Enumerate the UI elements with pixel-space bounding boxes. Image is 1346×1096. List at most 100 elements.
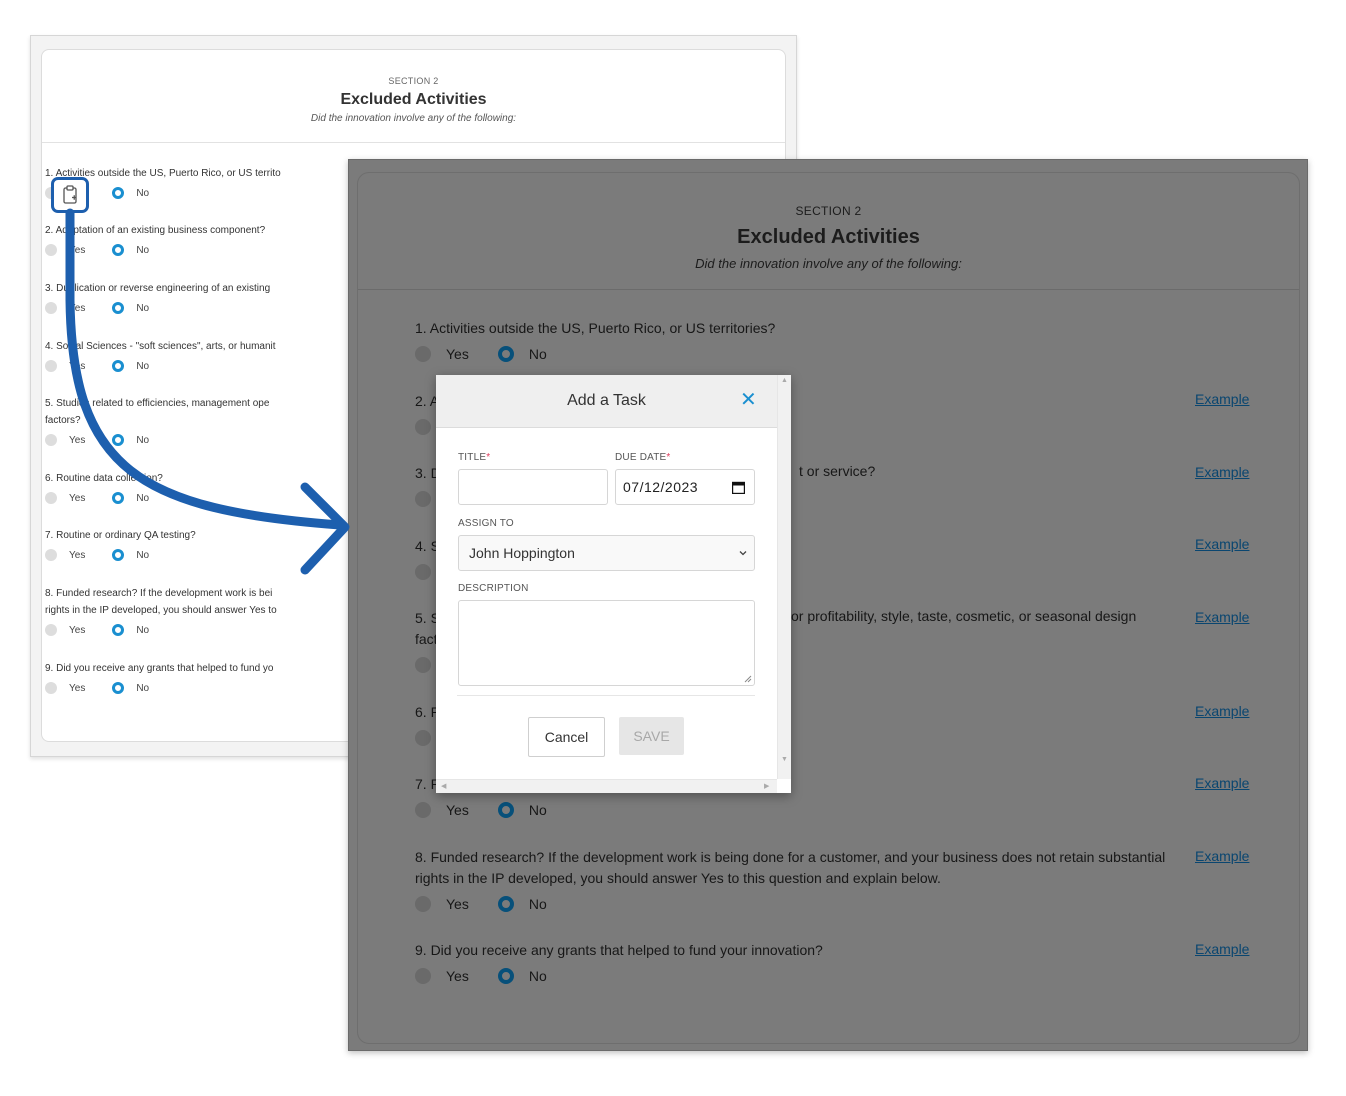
chevron-down-icon xyxy=(739,551,747,556)
radio-yes[interactable] xyxy=(415,730,431,746)
description-textarea[interactable] xyxy=(458,600,755,686)
radio-no[interactable] xyxy=(112,434,125,446)
radio-yes[interactable] xyxy=(45,492,57,504)
bg-question-9: 9. Did you receive any grants that helpe… xyxy=(45,660,273,697)
due-date-label: DUE DATE* xyxy=(615,452,671,463)
save-button[interactable]: SAVE xyxy=(619,717,684,755)
no-label: No xyxy=(136,492,150,504)
question-8: 8. Funded research? If the development w… xyxy=(415,847,1165,916)
question-text: 8. Funded research? If the development w… xyxy=(45,588,273,599)
close-icon[interactable]: ✕ xyxy=(740,388,757,412)
question-text: 6. Routine data collection? xyxy=(45,473,163,484)
title-input[interactable] xyxy=(458,469,608,505)
question-text: 3. Duplication or reverse engineering of… xyxy=(45,283,271,294)
question-text-cont: rights in the IP developed, you should a… xyxy=(415,870,941,886)
radio-yes[interactable] xyxy=(45,682,57,694)
yes-label: Yes xyxy=(69,244,86,256)
title-label-text: TITLE xyxy=(458,452,487,463)
yes-label: Yes xyxy=(69,624,86,636)
description-label: DESCRIPTION xyxy=(458,583,529,594)
radio-yes[interactable] xyxy=(415,564,431,580)
radio-yes[interactable] xyxy=(45,624,57,636)
section-title: Excluded Activities xyxy=(737,226,920,248)
example-link-7[interactable]: Example xyxy=(1195,775,1249,791)
modal-title: Add a Task xyxy=(567,392,646,409)
radio-no[interactable] xyxy=(112,187,125,199)
section-title: Excluded Activities xyxy=(340,91,487,108)
add-task-button[interactable] xyxy=(51,177,89,213)
radio-yes[interactable] xyxy=(45,434,57,446)
assign-to-value: John Hoppington xyxy=(469,545,575,561)
no-label: No xyxy=(528,346,547,362)
radio-yes[interactable] xyxy=(415,346,431,362)
due-date-input[interactable]: 07/12/2023 xyxy=(615,469,755,505)
bg-question-4: 4. Social Sciences - "soft sciences", ar… xyxy=(45,338,276,375)
radio-yes[interactable] xyxy=(415,419,431,435)
bg-question-3: 3. Duplication or reverse engineering of… xyxy=(45,280,270,317)
scroll-right-arrow-icon[interactable]: ▶ xyxy=(764,782,769,790)
radio-no[interactable] xyxy=(497,346,514,362)
radio-no[interactable] xyxy=(112,624,125,636)
question-text-cont: rights in the IP developed, you should a… xyxy=(45,605,277,616)
example-link-3[interactable]: Example xyxy=(1195,464,1249,480)
required-mark: * xyxy=(666,452,671,463)
assign-to-select[interactable]: John Hoppington xyxy=(458,535,755,571)
radio-no[interactable] xyxy=(112,492,125,504)
radio-yes[interactable] xyxy=(45,549,57,561)
resize-handle-icon[interactable] xyxy=(744,675,752,683)
radio-yes[interactable] xyxy=(45,244,57,256)
scroll-down-arrow-icon[interactable]: ▼ xyxy=(781,756,788,763)
example-link-4[interactable]: Example xyxy=(1195,536,1249,552)
example-link-2[interactable]: Example xyxy=(1195,391,1249,407)
title-label: TITLE* xyxy=(458,452,490,463)
radio-yes[interactable] xyxy=(415,491,431,507)
radio-yes[interactable] xyxy=(415,657,431,673)
no-label: No xyxy=(136,549,150,561)
radio-yes[interactable] xyxy=(45,360,57,372)
radio-yes[interactable] xyxy=(415,802,431,818)
modal-vertical-scrollbar[interactable]: ▲ ▼ xyxy=(777,375,791,779)
no-label: No xyxy=(528,896,547,912)
radio-yes[interactable] xyxy=(45,302,57,314)
required-mark: * xyxy=(486,452,491,463)
no-label: No xyxy=(136,682,150,694)
radio-no[interactable] xyxy=(112,360,125,372)
yes-label: Yes xyxy=(69,682,86,694)
background-section-header: SECTION 2 Excluded Activities Did the in… xyxy=(42,50,785,143)
scroll-left-arrow-icon[interactable]: ◀ xyxy=(441,782,446,790)
question-5-visible-tail: or profitability, style, taste, cosmetic… xyxy=(791,608,1137,624)
radio-no[interactable] xyxy=(497,802,514,818)
no-label: No xyxy=(136,302,150,314)
modal-header: Add a Task ✕ xyxy=(436,375,777,428)
bg-question-2: 2. Adaptation of an existing business co… xyxy=(45,222,265,259)
question-text: 8. Funded research? If the development w… xyxy=(415,849,1166,865)
modal-horizontal-scrollbar[interactable]: ◀ ▶ xyxy=(436,779,777,793)
radio-no[interactable] xyxy=(112,549,125,561)
example-link-5[interactable]: Example xyxy=(1195,609,1249,625)
radio-yes[interactable] xyxy=(415,896,431,912)
example-link-6[interactable]: Example xyxy=(1195,703,1249,719)
bg-question-5: 5. Studies related to efficiencies, mana… xyxy=(45,395,269,449)
radio-no[interactable] xyxy=(112,244,125,256)
yes-label: Yes xyxy=(69,360,86,372)
no-label: No xyxy=(136,187,150,199)
assign-to-label: ASSIGN TO xyxy=(458,518,514,529)
cancel-button[interactable]: Cancel xyxy=(528,717,605,757)
example-link-8[interactable]: Example xyxy=(1195,848,1249,864)
due-date-label-text: DUE DATE xyxy=(615,452,667,463)
radio-no[interactable] xyxy=(497,968,514,984)
example-link-9[interactable]: Example xyxy=(1195,941,1249,957)
no-label: No xyxy=(136,624,150,636)
radio-no[interactable] xyxy=(112,302,125,314)
calendar-icon[interactable] xyxy=(732,481,745,494)
radio-no[interactable] xyxy=(112,682,125,694)
radio-yes[interactable] xyxy=(415,968,431,984)
yes-label: Yes xyxy=(446,896,469,912)
no-label: No xyxy=(528,802,547,818)
question-text-cont: factors? xyxy=(45,415,81,426)
radio-no[interactable] xyxy=(497,896,514,912)
no-label: No xyxy=(136,434,150,446)
scroll-up-arrow-icon[interactable]: ▲ xyxy=(781,377,788,384)
section-subtitle: Did the innovation involve any of the fo… xyxy=(310,113,517,124)
no-label: No xyxy=(136,244,150,256)
